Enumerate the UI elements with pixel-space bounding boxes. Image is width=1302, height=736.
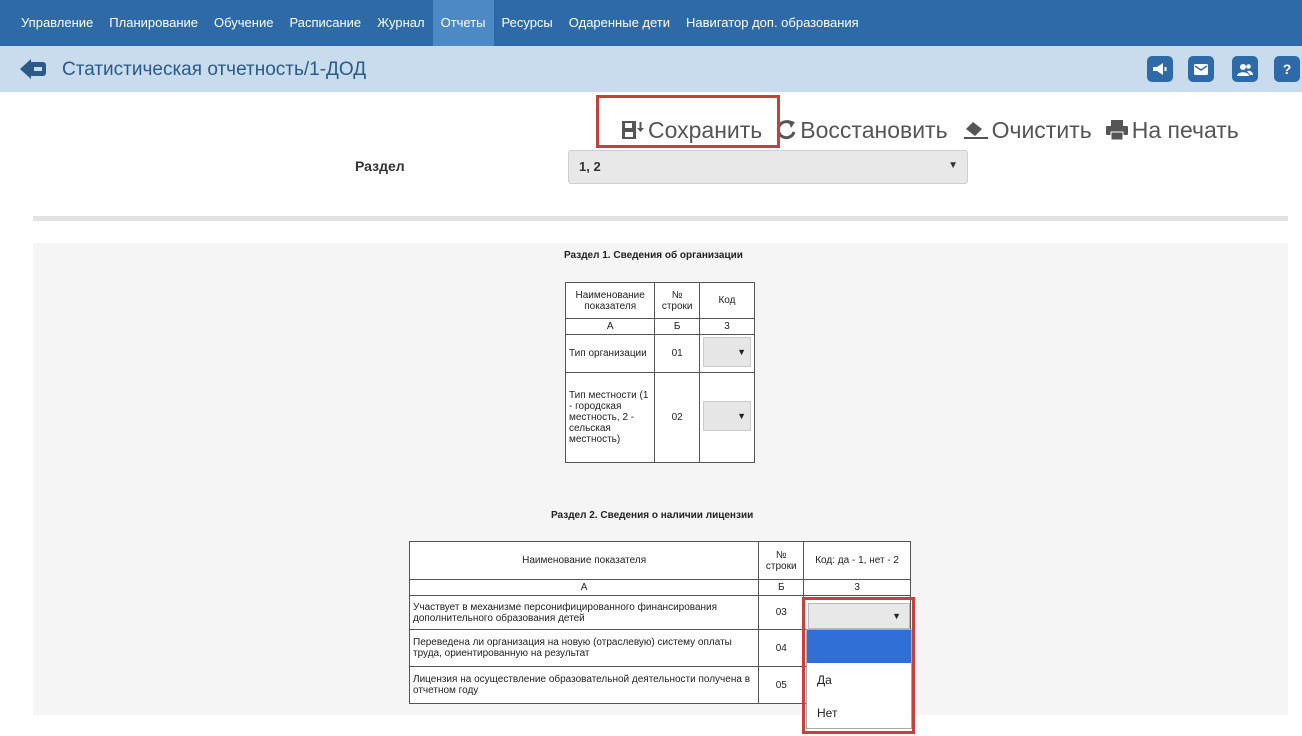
- help-button[interactable]: ?: [1274, 56, 1300, 82]
- restore-button-label: Восстановить: [800, 116, 948, 143]
- page-title: Статистическая отчетность/1-ДОД: [62, 59, 367, 80]
- table-row: Наименование показателя № строки Код: да…: [408, 541, 911, 580]
- print-button-label: На печать: [1131, 116, 1239, 143]
- section2-title: Раздел 2. Сведения о наличии лицензии: [551, 510, 754, 521]
- section1-title: Раздел 1. Сведения об организации: [564, 250, 743, 261]
- top-navigation: Управление Планирование Обучение Расписа…: [0, 0, 1302, 46]
- table-cell: Переведена ли организация на новую (отра…: [408, 629, 760, 667]
- users-icon: [1237, 63, 1253, 76]
- clear-button[interactable]: Очистить: [963, 111, 1092, 149]
- table-cell: 3: [698, 318, 756, 335]
- back-arrow-icon[interactable]: [20, 58, 46, 80]
- section-select-value: 1, 2: [579, 159, 601, 174]
- table-cell: А: [564, 318, 656, 335]
- print-button[interactable]: На печать: [1105, 111, 1239, 149]
- table-cell: Лицензия на осуществление образовательно…: [408, 666, 760, 704]
- table-cell: Тип организации: [564, 334, 656, 373]
- table-row: Тип организации 01 ▼: [564, 334, 756, 373]
- printer-icon: [1105, 120, 1128, 141]
- table-cell: 04: [758, 629, 805, 667]
- divider: [33, 216, 1288, 221]
- megaphone-icon: [1153, 63, 1167, 75]
- table-cell: 01: [654, 334, 700, 373]
- table-header: Наименование показателя: [564, 282, 656, 319]
- table-cell: Участвует в механизме персонифицированно…: [408, 595, 760, 630]
- users-button[interactable]: [1232, 56, 1258, 82]
- table-cell: 3: [803, 579, 911, 596]
- table-header: № строки: [654, 282, 700, 319]
- mail-icon: [1194, 63, 1208, 75]
- announcements-button[interactable]: [1147, 56, 1173, 82]
- table-cell: 03: [758, 595, 805, 630]
- org-type-select[interactable]: ▼: [702, 337, 751, 367]
- table-cell: ▼: [698, 372, 756, 463]
- section-select[interactable]: 1, 2 ▼: [568, 150, 968, 184]
- table-cell: ▼: [698, 334, 756, 373]
- table-row: А Б 3: [564, 318, 756, 335]
- chevron-down-icon: ▼: [737, 347, 746, 357]
- table-header: Наименование показателя: [408, 541, 760, 580]
- nav-item-management[interactable]: Управление: [13, 0, 101, 46]
- table-row: Наименование показателя № строки Код: [564, 282, 756, 319]
- table-cell: Б: [758, 579, 805, 596]
- table-cell: 05: [758, 666, 805, 704]
- help-icon: ?: [1282, 61, 1292, 77]
- table-row: А Б 3: [408, 579, 911, 596]
- section-filter-label: Раздел: [355, 158, 405, 174]
- table-cell: Б: [654, 318, 700, 335]
- nav-item-education[interactable]: Обучение: [206, 0, 281, 46]
- nav-item-navigator[interactable]: Навигатор доп. образования: [678, 0, 867, 46]
- chevron-down-icon: ▼: [737, 411, 746, 421]
- table-cell: А: [408, 579, 760, 596]
- section1-table: Наименование показателя № строки Код А Б…: [564, 282, 756, 463]
- nav-item-resources[interactable]: Ресурсы: [494, 0, 561, 46]
- table-cell: Тип местности (1 - городская местность, …: [564, 372, 656, 463]
- chevron-down-icon: ▼: [948, 160, 958, 171]
- table-header: Код: да - 1, нет - 2: [803, 541, 911, 580]
- table-row: Тип местности (1 - городская местность, …: [564, 372, 756, 463]
- dropdown-highlight-frame: [802, 597, 915, 734]
- restore-button[interactable]: Восстановить: [776, 111, 948, 149]
- nav-item-journal[interactable]: Журнал: [369, 0, 432, 46]
- nav-item-reports[interactable]: Отчеты: [432, 0, 494, 46]
- nav-item-planning[interactable]: Планирование: [101, 0, 206, 46]
- nav-item-schedule[interactable]: Расписание: [281, 0, 369, 46]
- table-header: Код: [698, 282, 756, 319]
- eraser-icon: [963, 122, 988, 139]
- table-header: № строки: [758, 541, 805, 580]
- nav-item-gifted-children[interactable]: Одаренные дети: [561, 0, 678, 46]
- messages-button[interactable]: [1188, 56, 1214, 82]
- locality-type-select[interactable]: ▼: [702, 401, 751, 431]
- clear-button-label: Очистить: [991, 116, 1092, 143]
- table-cell: 02: [654, 372, 700, 463]
- save-highlight-frame: [596, 95, 780, 148]
